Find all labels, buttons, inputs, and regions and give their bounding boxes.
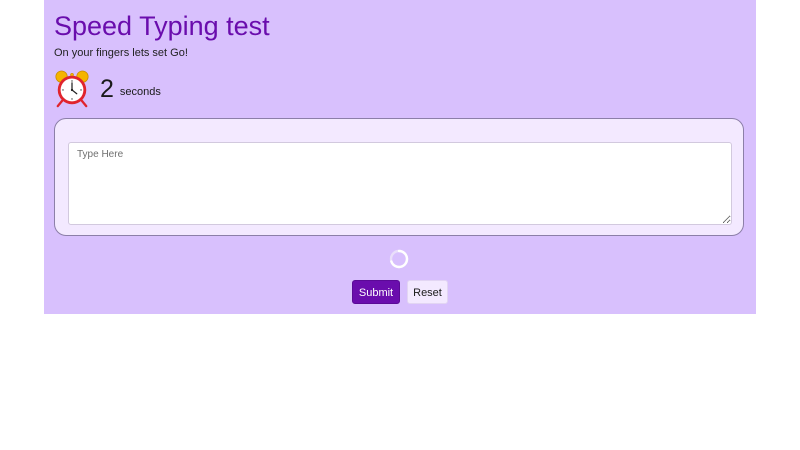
loading-spinner-icon [389,249,409,269]
reset-button[interactable]: Reset [407,280,448,304]
timer-unit-label: seconds [119,86,161,98]
timer-seconds-value: 2 [100,75,114,103]
typing-test-panel: Speed Typing test On your fingers lets s… [44,0,756,314]
page-subtitle: On your fingers lets set Go! [54,47,188,59]
page-title: Speed Typing test [54,11,270,41]
typing-card [54,118,744,236]
submit-button[interactable]: Submit [352,280,400,304]
typing-input[interactable] [68,142,732,225]
alarm-clock-icon [55,70,89,108]
timer-display: 2 seconds [53,69,161,109]
